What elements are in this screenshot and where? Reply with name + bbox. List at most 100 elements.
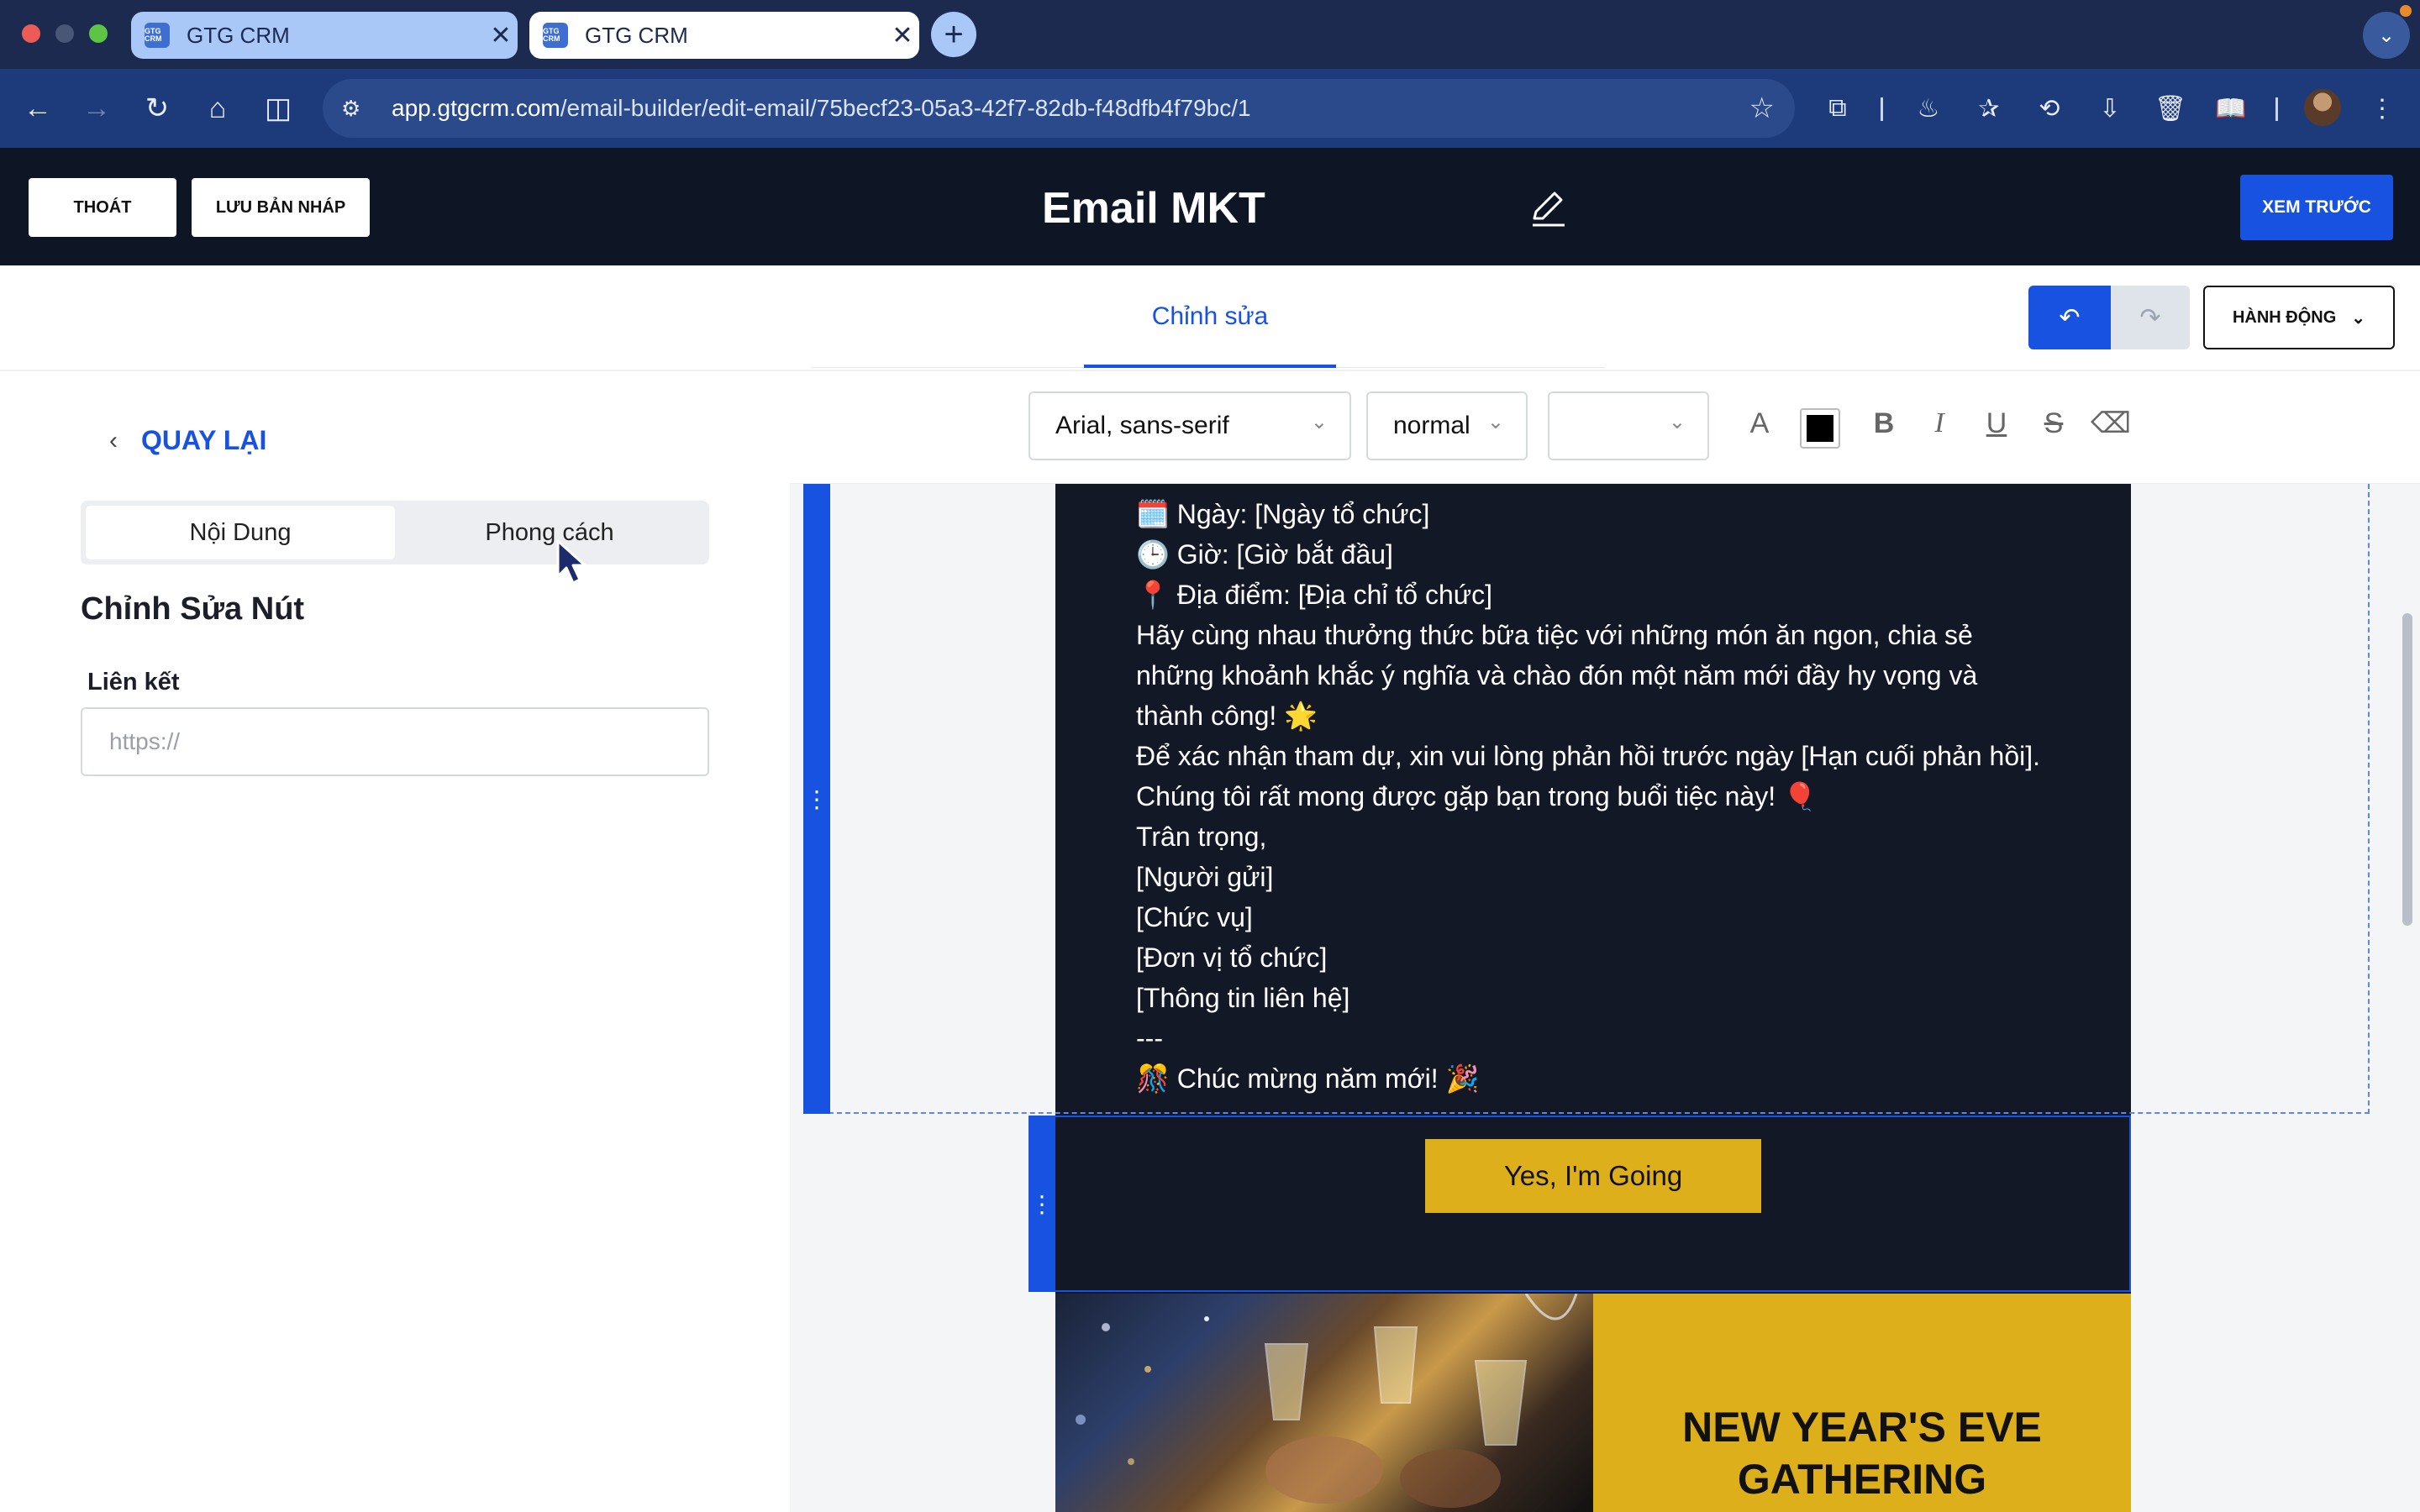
trash-icon[interactable]: 🗑 [2151, 89, 2190, 128]
chevron-down-icon: ⌄ [1310, 411, 1328, 433]
email-line: [Đơn vị tổ chức] [1136, 942, 1328, 973]
email-line: --- [1136, 1023, 1163, 1053]
text-color-swatch[interactable] [1800, 408, 1840, 449]
exit-button[interactable]: THOÁT [29, 178, 176, 237]
email-text-content[interactable]: 🗓️ Ngày: [Ngày tổ chức] 🕒 Giờ: [Giờ bắt … [1136, 494, 2119, 1099]
email-line: [Người gửi] [1136, 862, 1274, 892]
email-line: thành công! 🌟 [1136, 701, 1318, 731]
toolbar-separator [2275, 97, 2278, 121]
tab-close-icon[interactable]: ✕ [886, 21, 919, 50]
email-title: Email MKT [1042, 184, 1265, 233]
site-info-icon[interactable]: ⚙ [341, 96, 375, 122]
chevron-left-icon: ‹ [109, 426, 118, 454]
browser-tabstrip: GTG CRM GTG CRM ✕ GTG CRM GTG CRM ✕ + ⌄ [0, 0, 2420, 69]
banner-title: NEW YEAR'S EVE GATHERING [1682, 1404, 2042, 1503]
editor-bar: Chỉnh sửa ↶ ↷ HÀNH ĐỘNG ⌄ [0, 265, 2420, 371]
clear-format-eraser-icon[interactable]: ⌫ [2091, 405, 2131, 442]
performance-icon[interactable]: ♨ [1909, 89, 1948, 128]
pencil-edit-icon[interactable] [1528, 186, 1570, 228]
font-family-select[interactable]: Arial, sans-serif ⌄ [1028, 391, 1351, 460]
canvas-scrollbar-thumb[interactable] [2402, 613, 2412, 926]
font-family-value: Arial, sans-serif [1055, 412, 1229, 439]
email-line: [Thông tin liên hệ] [1136, 983, 1350, 1013]
email-line: Hãy cùng nhau thưởng thức bữa tiệc với n… [1136, 620, 1973, 650]
tab-active-indicator [1084, 365, 1336, 368]
chevron-down-icon: ⌄ [2351, 308, 2366, 328]
section-title: Chỉnh Sửa Nút [81, 591, 305, 627]
window-minimize-control[interactable] [55, 24, 74, 43]
tab-title: GTG CRM [187, 22, 290, 48]
split-view-icon[interactable]: ◫ [257, 87, 299, 129]
undo-icon[interactable]: ↶ [2028, 286, 2111, 349]
browser-menu-icon[interactable]: ⋮ [2363, 89, 2402, 128]
tab-edit[interactable]: Chỉnh sửa [1084, 302, 1336, 331]
email-canvas: Arial, sans-serif ⌄ normal ⌄ ⌄ A B I U S… [790, 371, 2420, 1512]
email-line: Chúng tôi rất mong được gặp bạn trong bu… [1136, 781, 1817, 811]
email-line: Trân trọng, [1136, 822, 1267, 852]
chevron-down-icon: ⌄ [1486, 411, 1504, 433]
rsvp-cta-button[interactable]: Yes, I'm Going [1425, 1139, 1761, 1213]
button-block-drag-handle[interactable]: ⋮ [1028, 1116, 1055, 1292]
browser-tab-active[interactable]: GTG CRM GTG CRM ✕ [131, 12, 518, 59]
tab-close-icon[interactable]: ✕ [484, 21, 518, 50]
tab-search-chevron-icon[interactable]: ⌄ [2363, 12, 2410, 59]
url-text: app.gtgcrm.com/email-builder/edit-email/… [392, 95, 1251, 122]
font-weight-value: normal [1393, 412, 1470, 439]
extensions-icon[interactable]: ⧉ [1818, 89, 1857, 128]
favorites-icon[interactable]: ✰ [1970, 89, 2008, 128]
gtg-favicon-icon: GTG CRM [145, 23, 170, 48]
save-draft-button[interactable]: LƯU BẢN NHÁP [192, 178, 370, 237]
champagne-glasses-illustration [1076, 1294, 1578, 1508]
reading-mode-icon[interactable]: 📖 [2212, 89, 2250, 128]
font-weight-select[interactable]: normal ⌄ [1366, 391, 1528, 460]
address-bar[interactable]: ⚙ app.gtgcrm.com/email-builder/edit-emai… [323, 79, 1795, 138]
browser-tab[interactable]: GTG CRM GTG CRM ✕ [529, 12, 919, 59]
window-close-control[interactable] [22, 24, 40, 43]
bold-icon[interactable]: B [1865, 405, 1902, 442]
panel-segmented-control: Nội Dung Phong cách [81, 501, 709, 564]
profile-avatar[interactable] [2304, 89, 2341, 126]
text-color-icon[interactable]: A [1741, 405, 1778, 442]
downloads-icon[interactable]: ⇩ [2091, 89, 2129, 128]
new-tab-button[interactable]: + [931, 12, 976, 57]
browser-toolbar: ← → ↻ ⌂ ◫ ⚙ app.gtgcrm.com/email-builder… [0, 69, 2420, 148]
italic-icon[interactable]: I [1921, 405, 1958, 442]
underline-icon[interactable]: U [1978, 405, 2015, 442]
notification-dot [2400, 5, 2412, 17]
link-input[interactable] [81, 707, 709, 776]
properties-panel: ‹ QUAY LẠI Nội Dung Phong cách Chỉnh Sửa… [0, 371, 790, 1512]
back-label: QUAY LẠI [141, 425, 267, 455]
text-block-drag-handle[interactable]: ⋮ [803, 484, 830, 1114]
forward-arrow-icon[interactable]: → [76, 87, 118, 129]
email-line: Để xác nhận tham dự, xin vui lòng phản h… [1136, 741, 2041, 771]
email-line: những khoảnh khắc ý nghĩa và chào đón mộ… [1136, 660, 1978, 690]
email-line: 🕒 Giờ: [Giờ bắt đầu] [1136, 539, 1393, 570]
history-icon[interactable]: ⟲ [2030, 89, 2069, 128]
tab-title: GTG CRM [585, 22, 688, 48]
segment-style[interactable]: Phong cách [395, 506, 704, 559]
chevron-down-icon: ⌄ [1668, 411, 1686, 433]
url-path: /email-builder/edit-email/75becf23-05a3-… [560, 95, 1251, 121]
email-builder-header: THOÁT LƯU BẢN NHÁP Email MKT XEM TRƯỚC [0, 148, 2420, 265]
font-size-select[interactable]: ⌄ [1548, 391, 1709, 460]
gtg-favicon-icon: GTG CRM [543, 23, 568, 48]
strikethrough-icon[interactable]: S [2035, 405, 2072, 442]
reload-icon[interactable]: ↻ [136, 87, 178, 129]
actions-label: HÀNH ĐỘNG [2232, 307, 2337, 327]
email-line: [Chức vụ] [1136, 902, 1253, 932]
celebration-toast-image [1055, 1294, 1593, 1512]
email-line: 🎊 Chúc mừng năm mới! 🎉 [1136, 1063, 1480, 1094]
toolbar-separator [1881, 97, 1883, 121]
text-format-toolbar: Arial, sans-serif ⌄ normal ⌄ ⌄ A B I U S… [790, 371, 2420, 484]
back-link[interactable]: ‹ QUAY LẠI [109, 425, 266, 456]
redo-icon[interactable]: ↷ [2111, 286, 2190, 349]
segment-content[interactable]: Nội Dung [86, 506, 395, 559]
window-zoom-control[interactable] [89, 24, 108, 43]
preview-button[interactable]: XEM TRƯỚC [2240, 175, 2393, 240]
home-icon[interactable]: ⌂ [197, 87, 239, 129]
back-arrow-icon[interactable]: ← [17, 87, 59, 129]
email-line: 🗓️ Ngày: [Ngày tổ chức] [1136, 499, 1430, 529]
actions-dropdown[interactable]: HÀNH ĐỘNG ⌄ [2203, 286, 2395, 349]
bookmark-star-icon[interactable]: ☆ [1749, 92, 1775, 125]
color-swatch-fill [1807, 415, 1833, 442]
